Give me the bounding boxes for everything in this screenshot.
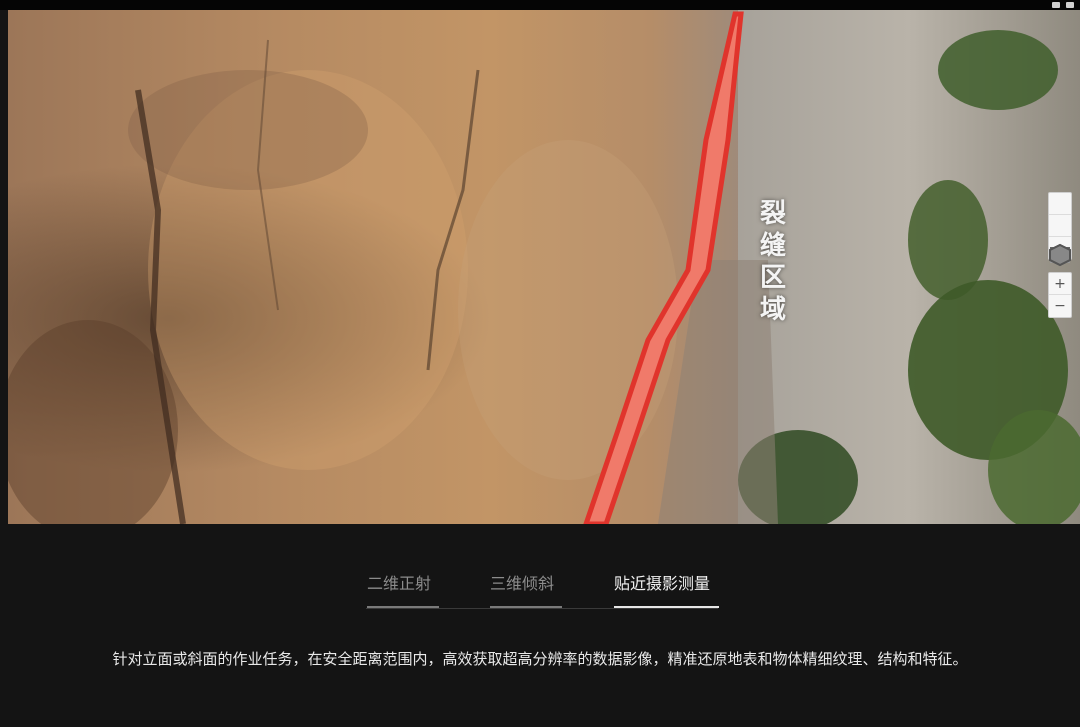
tab-description: 针对立面或斜面的作业任务，在安全距离范围内，高效获取超高分辨率的数据影像，精准还… [112,650,968,668]
tab-label: 贴近摄影测量 [614,574,711,593]
tab-label: 三维倾斜 [490,574,555,593]
map-controls: + − [1048,192,1072,318]
tab-nap-photogrammetry[interactable]: 贴近摄影测量 [614,566,719,610]
photogrammetry-viewer[interactable]: 裂缝区域 + − [8,10,1080,524]
tab-underline [490,606,562,608]
mode-tabs: 二维正射 三维倾斜 贴近摄影测量 [0,566,1080,612]
tab-2d-ortho[interactable]: 二维正射 [367,566,439,610]
top-bar-icons [1052,0,1074,10]
settings-icon[interactable] [1052,2,1060,8]
crack-area-label: 裂缝区域 [759,199,786,325]
top-bar [0,0,1080,10]
tab-underline [367,606,439,608]
cliff-image [8,10,1080,524]
tab-3d-oblique[interactable]: 三维倾斜 [490,566,562,610]
user-icon[interactable] [1066,2,1074,8]
tab-label: 二维正射 [367,574,432,593]
cube-shaded-icon[interactable] [1049,237,1071,267]
tab-underline-active [614,606,719,608]
view-mode-group [1048,192,1072,267]
